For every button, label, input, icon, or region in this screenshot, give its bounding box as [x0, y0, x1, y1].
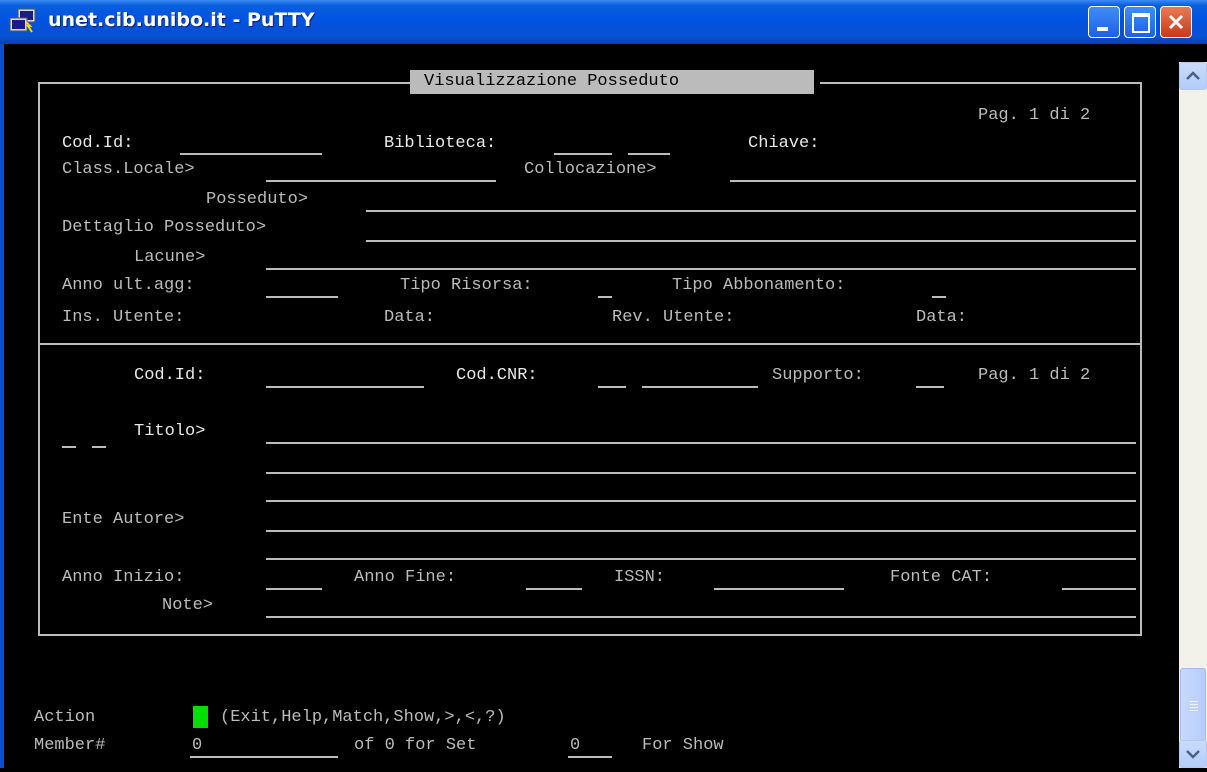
posseduto-label: Posseduto> [206, 190, 309, 209]
collocazione-label: Collocazione> [524, 160, 657, 179]
tipo-risorsa-label: Tipo Risorsa: [400, 276, 533, 295]
box-border-bottom [38, 634, 1142, 636]
supporto-label: Supporto: [772, 366, 864, 385]
box-divider [38, 343, 1142, 345]
titolo-flag-2[interactable] [92, 446, 106, 448]
data-label-1: Data: [384, 308, 436, 327]
note-field[interactable] [266, 616, 1136, 618]
cod-id-label: Cod.Id: [62, 134, 134, 153]
title-bar[interactable]: unet.cib.unibo.it - PuTTY [0, 0, 1207, 44]
lacune-label: Lacune> [134, 248, 206, 267]
titolo-field-line-2[interactable] [266, 472, 1136, 474]
dettaglio-posseduto-field[interactable] [366, 240, 1136, 242]
screen-title: Visualizzazione Posseduto [424, 72, 680, 91]
of-set-text: of 0 for Set [354, 736, 477, 755]
action-options: (Exit,Help,Match,Show,>,<,?) [220, 708, 506, 727]
maximize-icon[interactable] [1124, 6, 1156, 38]
titolo-field-line-3[interactable] [266, 500, 1136, 502]
member-number-input[interactable]: 0 [192, 736, 202, 756]
lacune-field[interactable] [266, 268, 1136, 270]
putty-icon [9, 8, 36, 33]
ins-utente-label: Ins. Utente: [62, 308, 185, 327]
collocazione-field[interactable] [730, 180, 1136, 182]
action-label: Action [34, 708, 96, 727]
vertical-scrollbar[interactable] [1179, 62, 1207, 768]
cod-cnr-field-1[interactable] [598, 386, 626, 388]
window-title: unet.cib.unibo.it - PuTTY [48, 9, 315, 31]
box-border-right [1140, 82, 1142, 636]
biblioteca-label: Biblioteca: [384, 134, 497, 153]
ente-autore-field-line-2[interactable] [266, 558, 1136, 560]
anno-inizio-label: Anno Inizio: [62, 568, 185, 587]
chevron-down-icon[interactable] [1179, 740, 1207, 768]
issn-field[interactable] [714, 588, 844, 590]
dettaglio-posseduto-label: Dettaglio Posseduto> [62, 218, 267, 237]
class-locale-label: Class.Locale> [62, 160, 195, 179]
bottom-page-indicator: Pag. 1 di 2 [978, 366, 1091, 385]
cod-cnr-field-2[interactable] [642, 386, 758, 388]
page-indicator: Pag. 1 di 2 [978, 106, 1091, 125]
minimize-icon[interactable] [1088, 6, 1120, 38]
rev-utente-label: Rev. Utente: [612, 308, 735, 327]
titolo-field-line-1[interactable] [266, 442, 1136, 444]
cod-cnr-label: Cod.CNR: [456, 366, 538, 385]
anno-fine-label: Anno Fine: [354, 568, 457, 587]
supporto-field[interactable] [916, 386, 944, 388]
close-icon[interactable] [1160, 6, 1192, 38]
member-number-underline [190, 756, 338, 758]
ente-autore-field-line-1[interactable] [266, 530, 1136, 532]
titolo-flag-1[interactable] [62, 446, 76, 448]
terminal-screen[interactable]: Visualizzazione Posseduto Pag. 1 di 2 Co… [4, 44, 1179, 768]
class-locale-field[interactable] [266, 180, 496, 182]
ente-autore-label: Ente Autore> [62, 510, 185, 529]
bottom-cod-id-label: Cod.Id: [134, 366, 206, 385]
box-border-left [38, 82, 40, 636]
fonte-cat-field[interactable] [1062, 588, 1136, 590]
posseduto-field[interactable] [366, 210, 1136, 212]
anno-ult-agg-label: Anno ult.agg: [62, 276, 195, 295]
biblioteca-sub-field[interactable] [628, 153, 670, 155]
anno-fine-field[interactable] [526, 588, 582, 590]
tipo-abbonamento-field[interactable] [932, 296, 946, 298]
anno-inizio-field[interactable] [266, 588, 322, 590]
box-border-top [820, 82, 1142, 84]
for-show-text: For Show [642, 736, 724, 755]
note-label: Note> [162, 596, 214, 615]
member-label: Member# [34, 736, 106, 755]
chevron-up-icon[interactable] [1179, 62, 1207, 90]
anno-ult-agg-field[interactable] [266, 296, 338, 298]
titolo-label: Titolo> [134, 422, 206, 441]
biblioteca-field[interactable] [554, 153, 612, 155]
scrollbar-thumb[interactable] [1180, 668, 1206, 742]
tipo-risorsa-field[interactable] [598, 296, 612, 298]
issn-label: ISSN: [614, 568, 666, 587]
cod-id-field[interactable] [180, 153, 322, 155]
action-input-cursor[interactable] [193, 706, 208, 728]
bottom-cod-id-field[interactable] [266, 386, 424, 388]
box-border-top [38, 82, 410, 84]
data-label-2: Data: [916, 308, 968, 327]
set-number-input[interactable]: 0 [570, 736, 580, 756]
fonte-cat-label: Fonte CAT: [890, 568, 993, 587]
chiave-label: Chiave: [748, 134, 820, 153]
tipo-abbonamento-label: Tipo Abbonamento: [672, 276, 846, 295]
set-number-underline [568, 756, 612, 758]
